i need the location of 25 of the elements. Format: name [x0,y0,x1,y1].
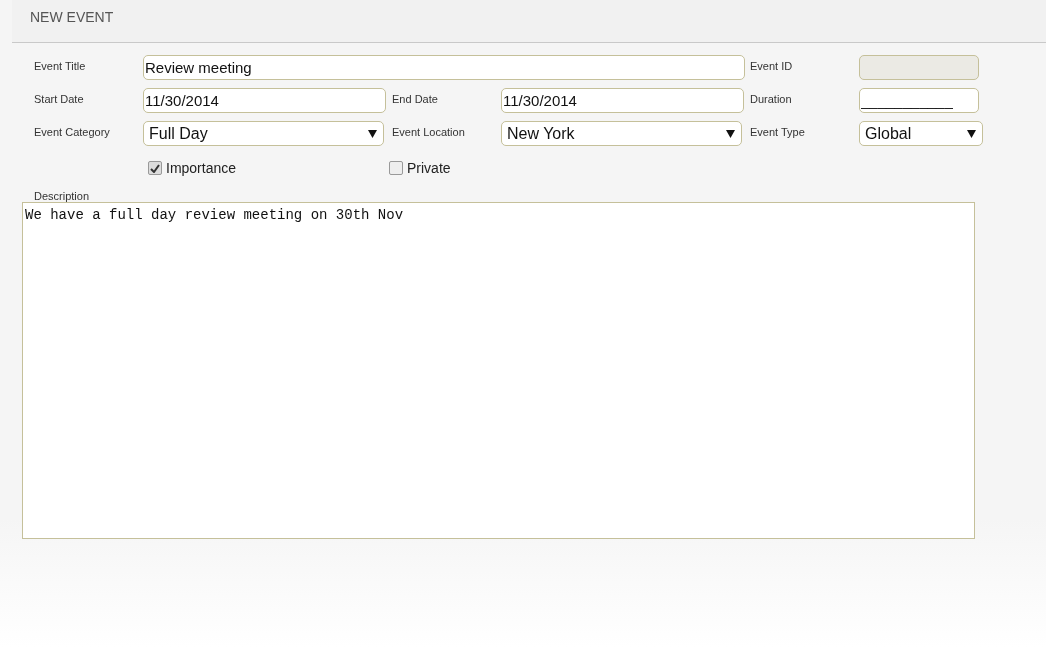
input-field[interactable]: 11/30/2014 [143,88,386,113]
checkbox[interactable] [389,161,403,175]
description-label: Description [34,190,91,202]
field-label: Event Category [34,125,111,138]
caret-icon [967,129,976,138]
field-label: Event Type [750,125,806,138]
input-field[interactable]: ___________ [859,88,979,113]
checkbox[interactable] [148,161,162,175]
field-label: End Date [392,92,439,105]
field-label: Event Title [34,59,87,72]
dropdown[interactable]: Global [859,121,983,146]
field-label: Event Location [392,125,466,138]
field-label: Event ID [750,59,794,72]
description-field[interactable]: We have a full day review meeting on 30th Nov [22,202,975,539]
field-label: Duration [750,92,793,105]
caret-icon [368,129,377,138]
checkbox-label: Importance [166,160,237,176]
form-title: NEW EVENT [30,9,114,25]
dropdown[interactable]: Full Day [143,121,384,146]
input-field[interactable]: 11/30/2014 [501,88,744,113]
input-field[interactable]: Review meeting [143,55,745,80]
dropdown[interactable]: New York [501,121,742,146]
checkbox-label: Private [407,160,451,176]
field-label: Start Date [34,92,85,105]
caret-icon [726,129,735,138]
